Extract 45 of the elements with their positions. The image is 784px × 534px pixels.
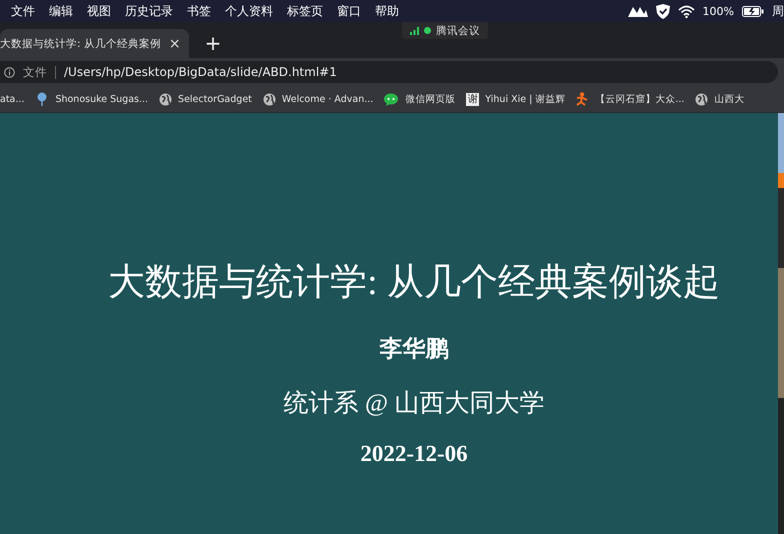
battery-charging-icon[interactable] bbox=[742, 6, 764, 16]
info-icon bbox=[4, 66, 15, 78]
mountain-logo-icon[interactable] bbox=[628, 5, 648, 17]
bookmark[interactable]: 谢 Yihui Xie | 谢益辉 bbox=[466, 92, 566, 106]
menu-item[interactable]: 帮助 bbox=[368, 2, 406, 20]
menu-clock[interactable]: 周 bbox=[772, 2, 784, 20]
meeting-label: 腾讯会议 bbox=[436, 24, 480, 38]
site-favicon: 谢 bbox=[466, 92, 480, 106]
menu-item[interactable]: 标签页 bbox=[280, 2, 330, 20]
running-figure-icon bbox=[576, 92, 590, 106]
new-tab-button[interactable]: + bbox=[204, 31, 222, 55]
url-text: /Users/hp/Desktop/BigData/slide/ABD.html#1 bbox=[64, 65, 337, 79]
tab-title: 大数据与统计学: 从几个经典案例 bbox=[0, 36, 161, 50]
wifi-icon[interactable] bbox=[678, 4, 695, 18]
address-field[interactable]: 文件 /Users/hp/Desktop/BigData/slide/ABD.html#1 bbox=[0, 61, 778, 83]
bookmark[interactable]: SelectorGadget bbox=[159, 92, 252, 106]
browser-tab[interactable]: 大数据与统计学: 从几个经典案例 × bbox=[0, 29, 189, 58]
close-tab-button[interactable]: × bbox=[168, 36, 181, 52]
globe-icon bbox=[262, 92, 276, 106]
slide-title: 大数据与统计学: 从几个经典案例谈起 bbox=[108, 261, 720, 305]
bookmark[interactable]: 山西大 bbox=[695, 92, 744, 106]
battery-percentage: 100% bbox=[702, 4, 734, 18]
bookmark[interactable]: 【云冈石窟】大众... bbox=[576, 92, 684, 106]
bookmark[interactable]: 微信网页版 bbox=[384, 92, 456, 106]
menu-item[interactable]: 窗口 bbox=[330, 2, 368, 20]
status-dot-icon bbox=[424, 27, 431, 34]
shield-icon[interactable] bbox=[656, 4, 670, 18]
signal-bars-icon bbox=[410, 26, 419, 34]
slide-affiliation: 统计系 @ 山西大同大学 bbox=[284, 389, 544, 419]
slide-date: 2022-12-06 bbox=[360, 441, 468, 467]
file-scheme-label: 文件 bbox=[23, 66, 56, 78]
slide-author: 李华鹏 bbox=[380, 335, 448, 363]
menu-item[interactable]: 书签 bbox=[180, 2, 218, 20]
menu-item[interactable]: 个人资料 bbox=[218, 2, 280, 20]
menu-item[interactable]: 文件 bbox=[4, 2, 42, 20]
bookmark[interactable]: Welcome · Advan... bbox=[262, 92, 374, 106]
globe-icon bbox=[695, 92, 708, 106]
menu-item[interactable]: 视图 bbox=[80, 2, 118, 20]
meeting-indicator[interactable]: 腾讯会议 bbox=[402, 22, 488, 39]
bookmark[interactable]: Shonosuke Sugas... bbox=[35, 92, 148, 106]
menu-item[interactable]: 历史记录 bbox=[118, 2, 180, 20]
chat-bubble-icon bbox=[384, 92, 400, 106]
globe-icon bbox=[159, 92, 172, 106]
bookmark[interactable]: ata... bbox=[0, 94, 24, 104]
menu-item[interactable]: 编辑 bbox=[42, 2, 80, 20]
